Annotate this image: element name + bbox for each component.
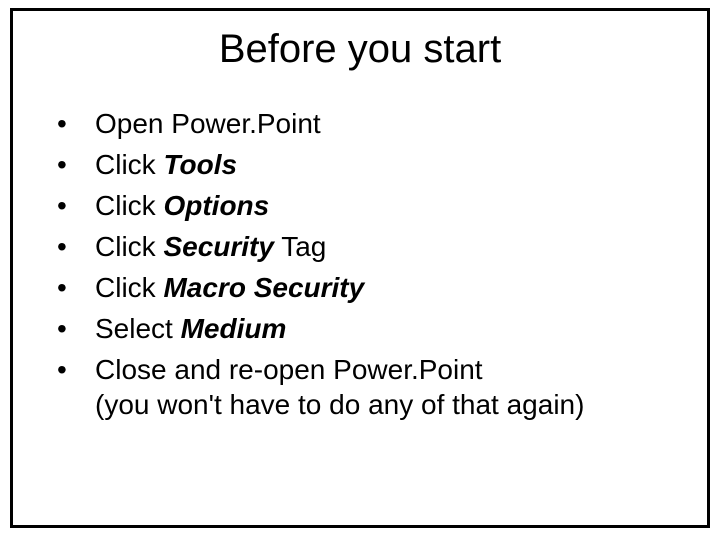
bullet-subtext: (you won't have to do any of that again) <box>95 387 677 422</box>
bullet-list: Open Power.Point Click Tools Click Optio… <box>43 106 677 422</box>
bullet-text-tail: Tag <box>274 231 326 262</box>
bullet-emphasis: Medium <box>181 313 287 344</box>
list-item: Click Macro Security <box>43 270 677 305</box>
bullet-text: Open Power.Point <box>95 108 321 139</box>
list-item: Click Tools <box>43 147 677 182</box>
bullet-emphasis: Security <box>163 231 274 262</box>
bullet-text: Click <box>95 272 163 303</box>
slide-frame: Before you start Open Power.Point Click … <box>10 8 710 528</box>
bullet-text: Click <box>95 149 163 180</box>
bullet-text: Click <box>95 190 163 221</box>
bullet-emphasis: Tools <box>163 149 237 180</box>
list-item: Open Power.Point <box>43 106 677 141</box>
bullet-text: Click <box>95 231 163 262</box>
bullet-emphasis: Macro Security <box>163 272 364 303</box>
list-item: Close and re-open Power.Point (you won't… <box>43 352 677 422</box>
list-item: Select Medium <box>43 311 677 346</box>
bullet-emphasis: Options <box>163 190 269 221</box>
bullet-text: Select <box>95 313 181 344</box>
list-item: Click Options <box>43 188 677 223</box>
bullet-text: Close and re-open Power.Point <box>95 354 483 385</box>
slide-title: Before you start <box>43 27 677 72</box>
list-item: Click Security Tag <box>43 229 677 264</box>
